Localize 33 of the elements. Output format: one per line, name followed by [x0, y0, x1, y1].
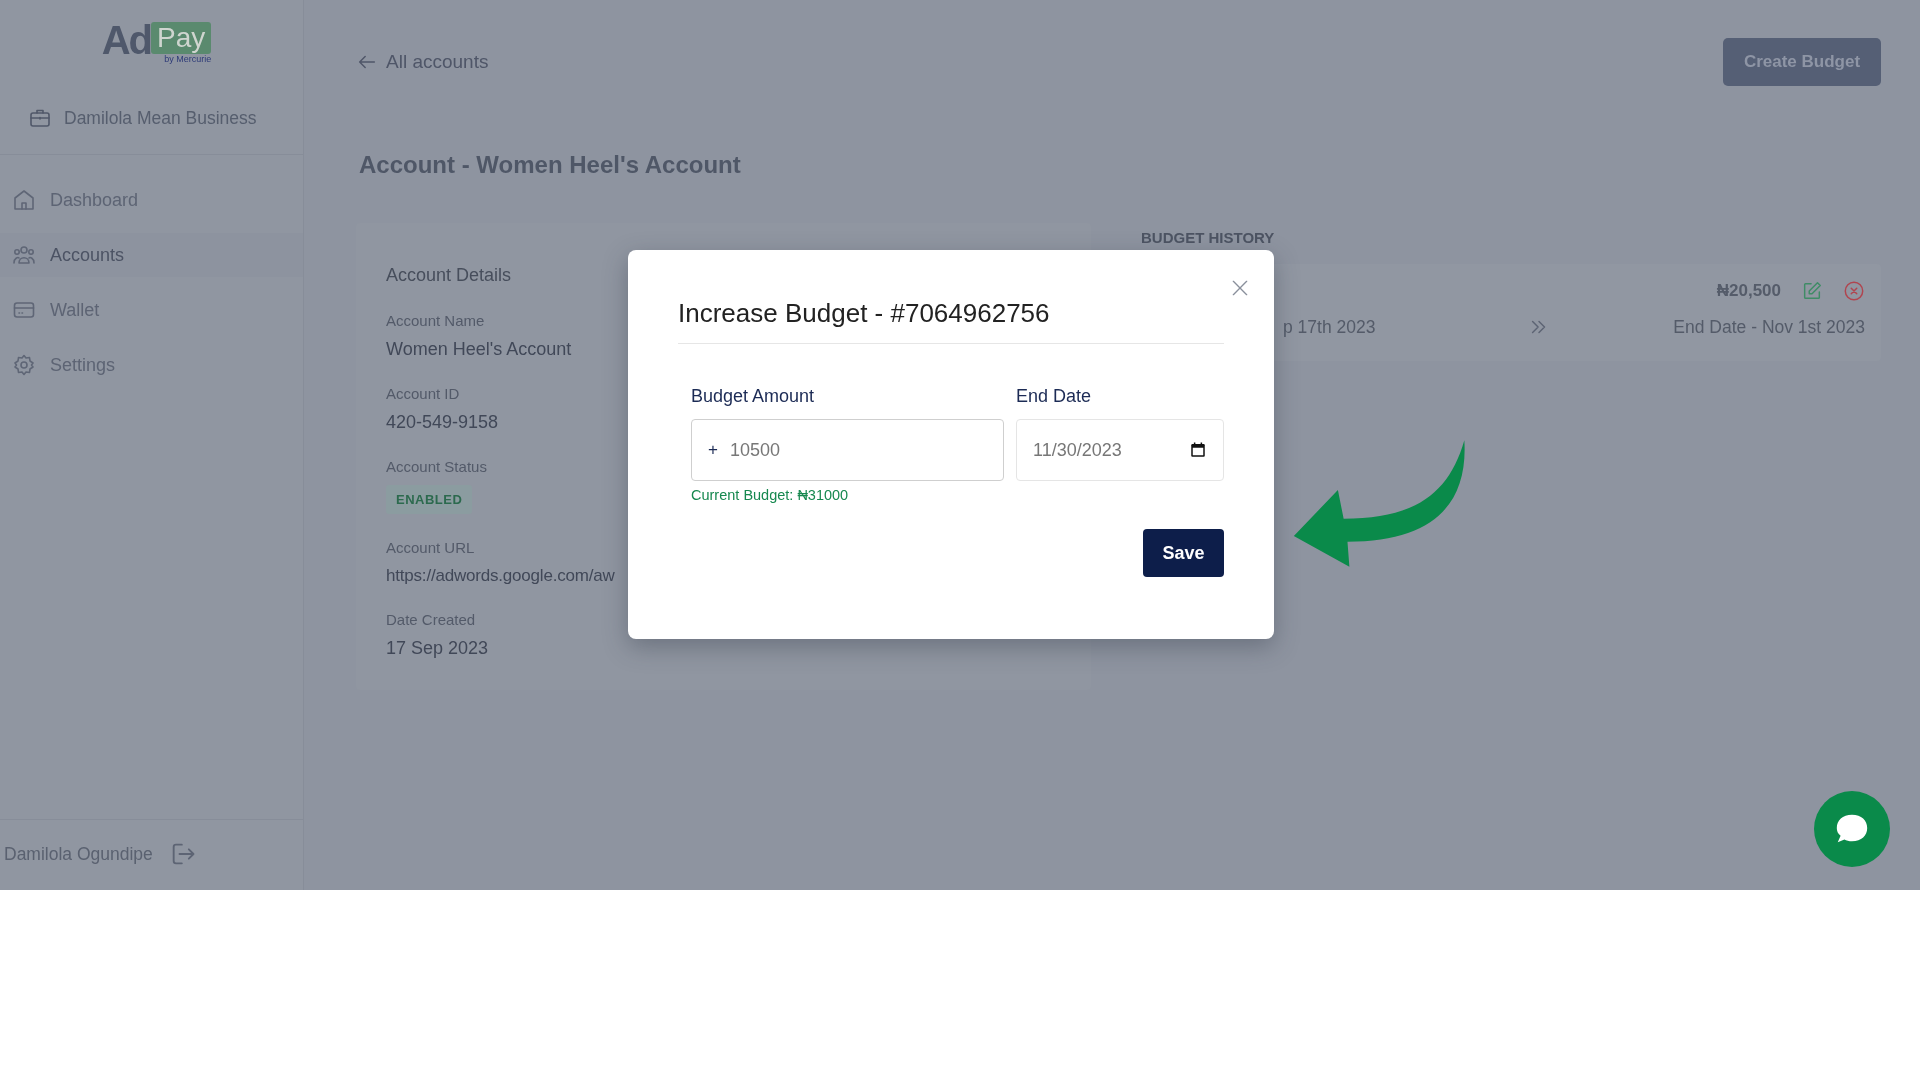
- field-label: Account URL: [386, 539, 475, 556]
- close-icon[interactable]: [1230, 278, 1250, 298]
- modal-title: Increase Budget - #7064962756: [678, 298, 1224, 344]
- amount-input[interactable]: + 10500: [691, 419, 1004, 481]
- field-value: 420-549-9158: [386, 412, 499, 433]
- field-label: Budget Amount: [691, 386, 816, 407]
- page-title: Account - Women Heel's Account: [359, 151, 742, 179]
- field-value: 17 Sep 2023: [386, 638, 489, 659]
- budget-amount: ₦20,500: [1716, 281, 1781, 301]
- end-date: End Date - Nov 1st 2023: [1673, 316, 1865, 338]
- business-name: Damilola Mean Business: [64, 107, 257, 129]
- home-icon: [12, 188, 36, 212]
- settings-icon: [12, 353, 36, 377]
- create-budget-button[interactable]: Create Budget: [1723, 38, 1881, 86]
- field-label: Date Created: [386, 611, 476, 628]
- current-budget-text: Current Budget: ₦31000: [691, 487, 850, 503]
- save-button[interactable]: Save: [1143, 529, 1224, 577]
- section-heading: BUDGET HISTORY: [1141, 229, 1276, 246]
- people-icon: [12, 243, 36, 267]
- field-label: Account Name: [386, 312, 485, 329]
- url-text: https://adwords.google.com/aw: [386, 566, 615, 586]
- status-badge: ENABLED: [386, 485, 473, 514]
- start-date: p 17th 2023: [1283, 316, 1376, 338]
- date-input[interactable]: 11/30/2023: [1016, 419, 1224, 481]
- field-label: End Date: [1016, 386, 1093, 407]
- field-label: Account ID: [386, 385, 460, 402]
- delete-icon[interactable]: [1843, 280, 1865, 302]
- field-value: Women Heel's Account: [386, 339, 572, 360]
- back-link[interactable]: All accounts: [356, 51, 489, 73]
- calendar-icon[interactable]: [1189, 441, 1207, 459]
- card-title: Account Details: [386, 265, 512, 286]
- plus-sign: +: [708, 440, 718, 460]
- field-label: Account Status: [386, 458, 487, 475]
